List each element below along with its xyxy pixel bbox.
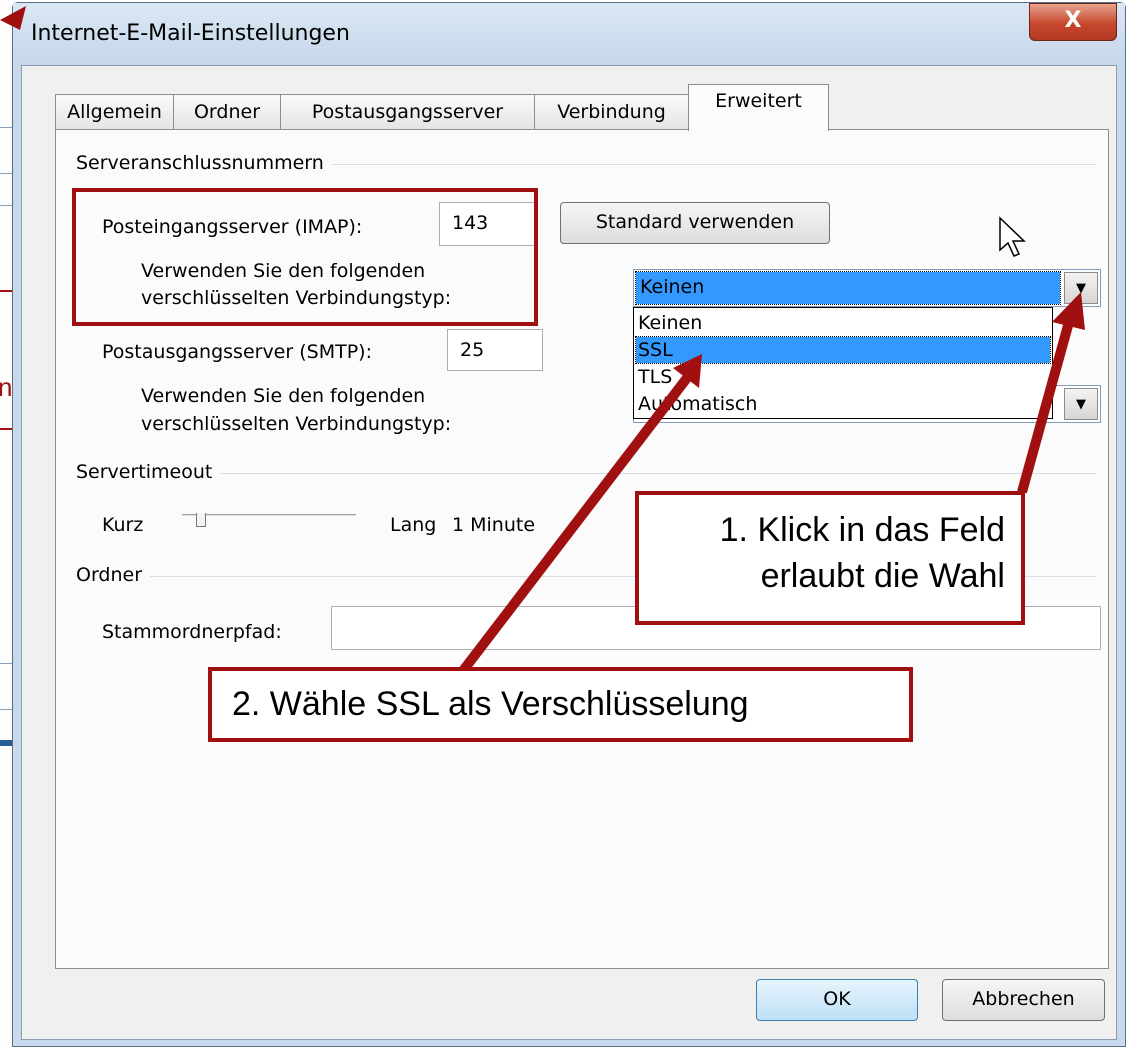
callout-click-field-line2: erlaubt die Wahl [760, 557, 1005, 595]
callout-choose-ssl: 2. Wähle SSL als Verschlüsselung [208, 667, 913, 742]
callout-click-field: 1. Klick in das Feld erlaubt die Wahl [635, 491, 1025, 625]
arrow-to-dropdown-button [1017, 292, 1085, 494]
callout-click-field-line1: 1. Klick in das Feld [719, 511, 1005, 549]
mouse-cursor-icon [999, 216, 1026, 257]
title-arrow [0, 6, 26, 30]
callout-choose-ssl-text: 2. Wähle SSL als Verschlüsselung [232, 685, 749, 723]
